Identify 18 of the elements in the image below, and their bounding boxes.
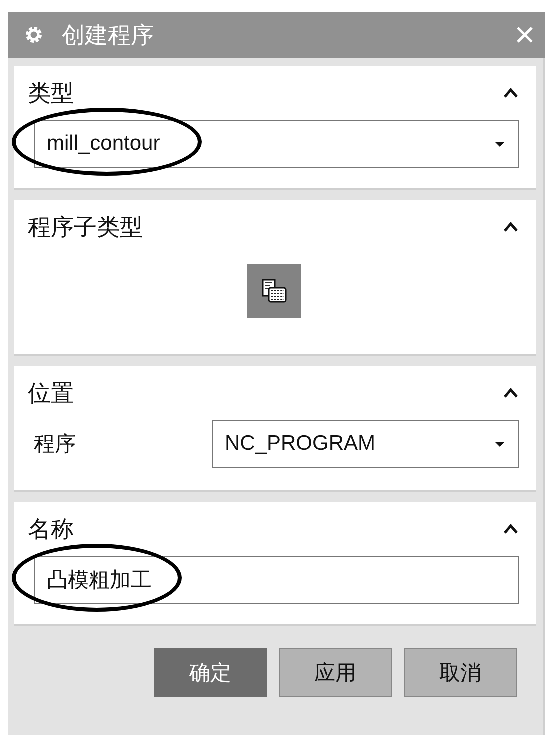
dropdown[interactable]: NC_PROGRAM [212, 420, 519, 468]
ok-button[interactable]: 确定 [154, 648, 267, 697]
section-title: 名称 [28, 516, 74, 544]
field-label: 程序 [34, 431, 77, 458]
caret-icon [494, 440, 506, 448]
settings-icon[interactable] [24, 25, 44, 45]
close-icon[interactable] [515, 25, 535, 45]
subtype-button[interactable] [246, 264, 300, 318]
dialog-button[interactable]: 应用 [279, 648, 392, 697]
section-title: 位置 [28, 380, 74, 408]
text-field[interactable]: 凸模粗加工 [34, 556, 519, 604]
document-table-icon [260, 277, 288, 305]
section-title: 程序子类型 [28, 214, 143, 242]
caret-icon [494, 140, 506, 148]
section-title: 类型 [28, 80, 74, 108]
dropdown[interactable]: mill_contour [34, 120, 519, 168]
window-title: 创建程序 [62, 22, 155, 50]
dialog-button[interactable]: 取消 [404, 648, 517, 697]
